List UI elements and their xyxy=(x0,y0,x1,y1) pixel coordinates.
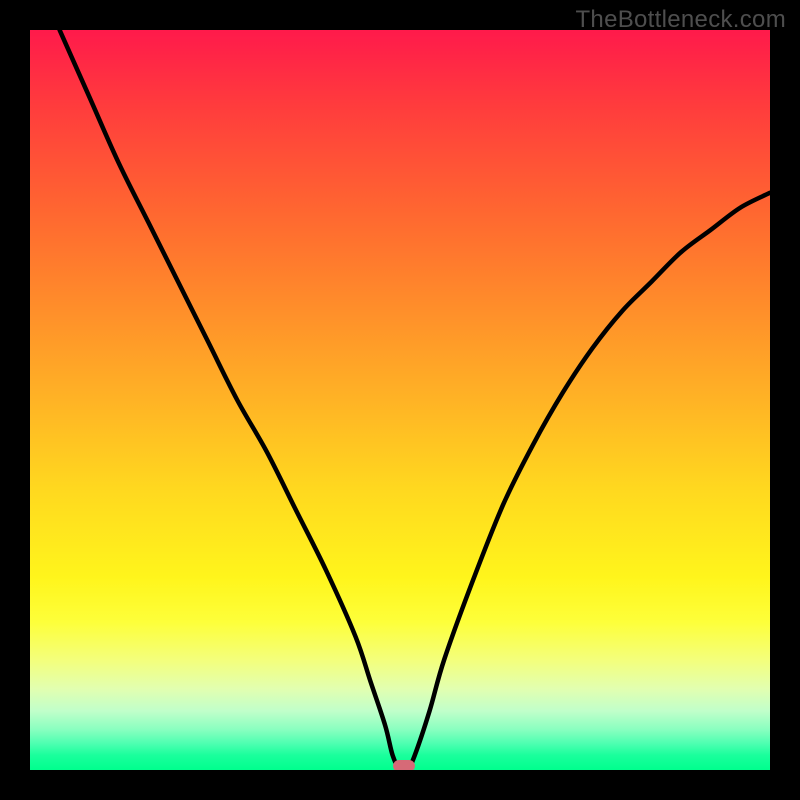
optimum-marker xyxy=(393,760,415,770)
chart-frame: TheBottleneck.com xyxy=(0,0,800,800)
bottleneck-curve xyxy=(30,30,770,770)
plot-area xyxy=(30,30,770,770)
watermark-text: TheBottleneck.com xyxy=(575,6,786,34)
